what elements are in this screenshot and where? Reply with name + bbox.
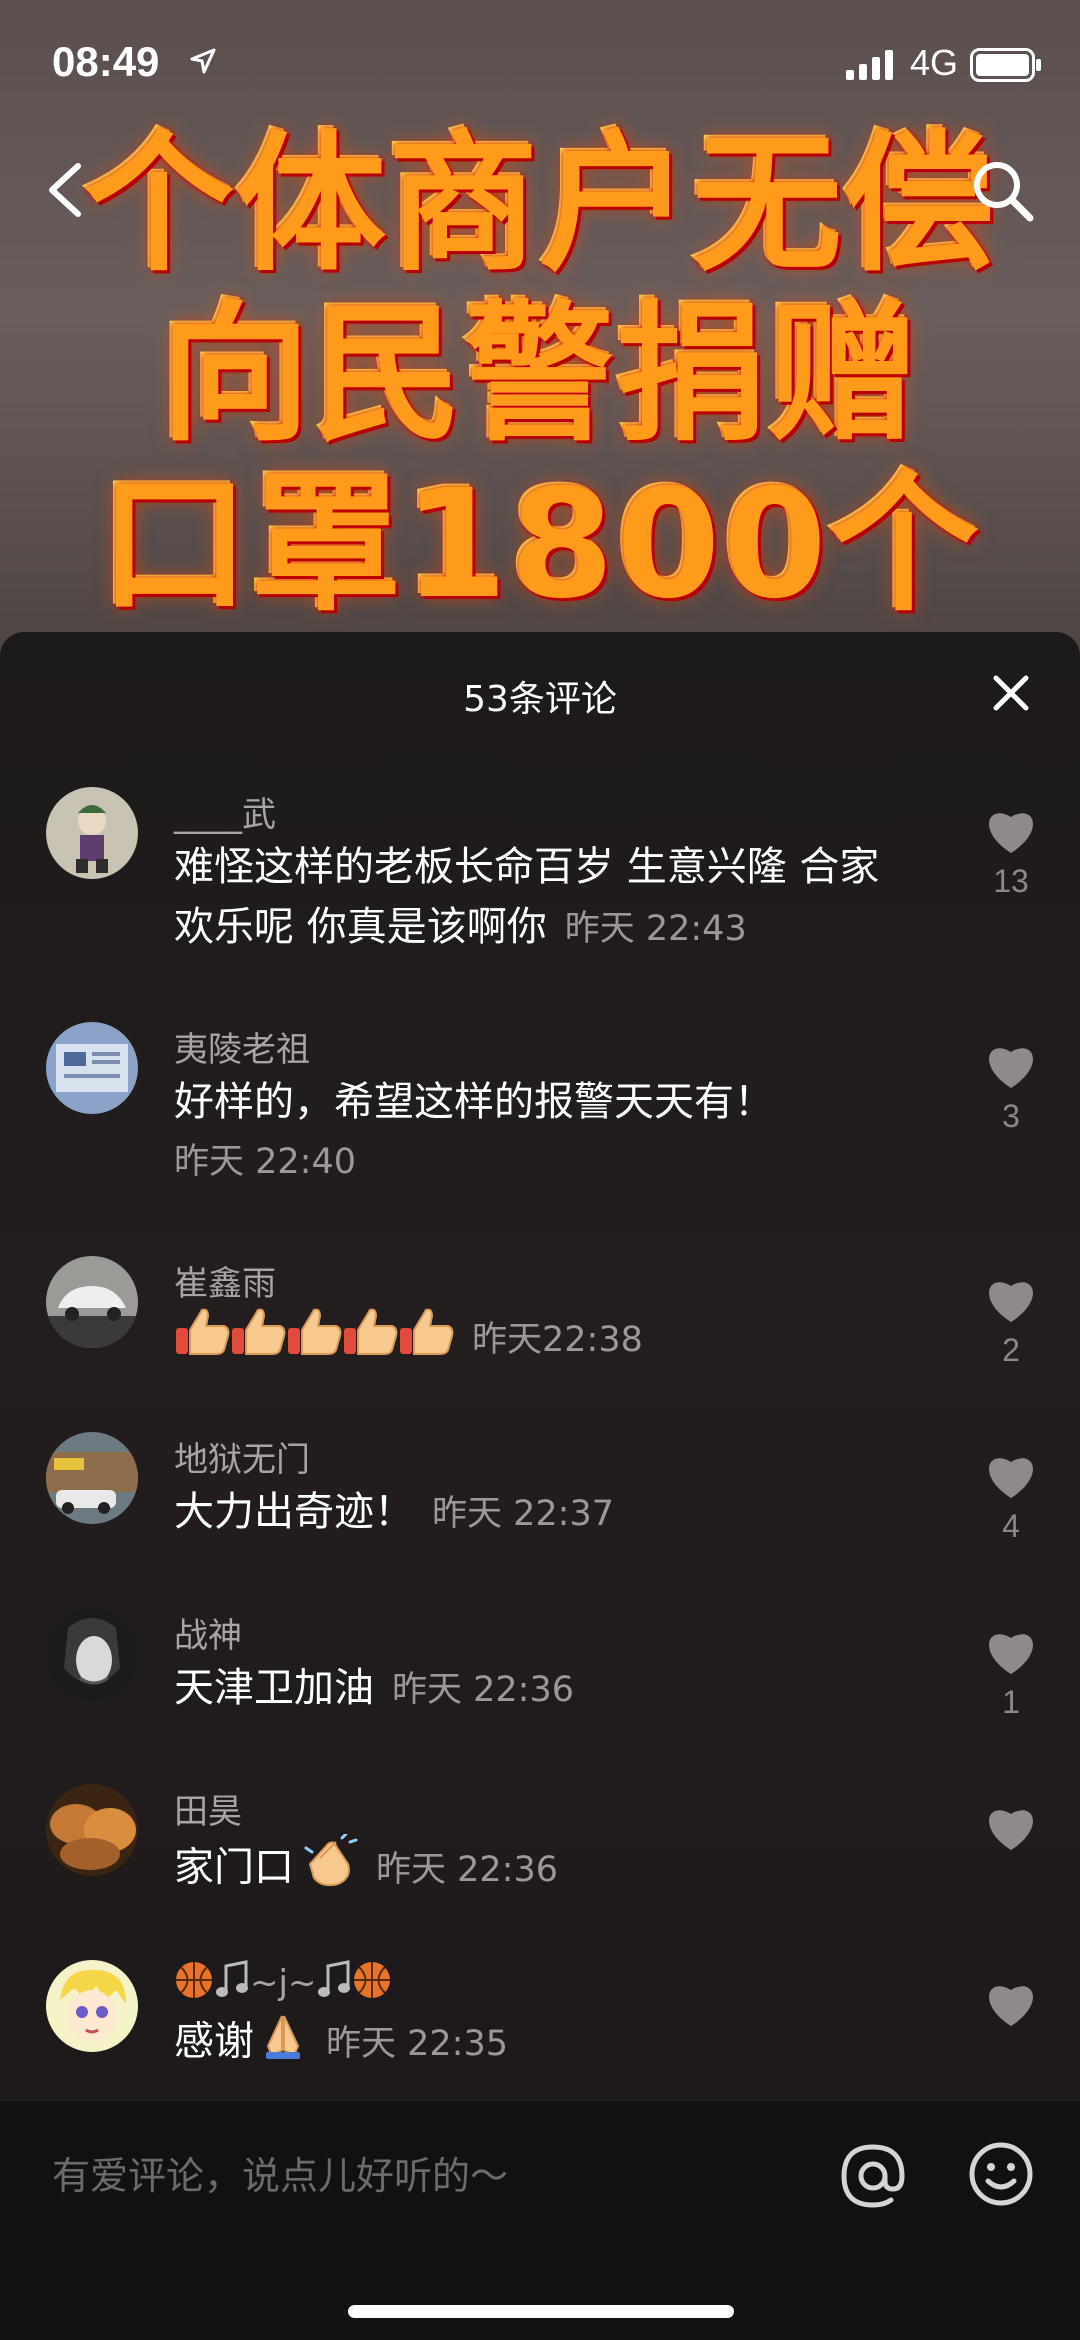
comment-item[interactable]: ____武 难怪这样的老板长命百岁 生意兴隆 合家欢乐呢 你真是该啊你 昨天 22… bbox=[0, 787, 1080, 957]
comment-time: 昨天 22:40 bbox=[174, 1142, 356, 1182]
comment-input[interactable]: 有爱评论，说点儿好听的～ bbox=[52, 2145, 508, 2200]
avatar[interactable] bbox=[46, 1784, 138, 1876]
comment-body: 好样的，希望这样的报警天天有！ 昨天 22:40 bbox=[174, 1072, 914, 1192]
like-button[interactable]: 4 bbox=[980, 1452, 1042, 1545]
like-count: 3 bbox=[1002, 1098, 1020, 1134]
music-note-icon bbox=[316, 1960, 352, 2009]
video-caption: 个体商户无偿 向民警捐赠 口罩1800个 bbox=[0, 120, 1080, 630]
avatar[interactable] bbox=[46, 1432, 138, 1524]
signal-icon bbox=[846, 50, 893, 80]
comment-text: 感谢 bbox=[174, 2018, 254, 2065]
comment-body: 感谢 昨天 22:35 bbox=[174, 2010, 914, 2077]
comment-item[interactable]: 战神 天津卫加油 昨天 22:36 1 bbox=[0, 1608, 1080, 1778]
like-count: 13 bbox=[993, 863, 1029, 899]
basketball-icon bbox=[352, 1960, 392, 2009]
thumbs-up-emoji-icon bbox=[398, 1306, 454, 1373]
comment-time: 昨天 22:36 bbox=[392, 1670, 574, 1710]
network-label: 4G bbox=[910, 42, 959, 83]
location-arrow-icon bbox=[190, 48, 216, 74]
status-time: 08:49 bbox=[52, 38, 160, 85]
avatar[interactable] bbox=[46, 1022, 138, 1114]
like-button[interactable]: 13 bbox=[980, 807, 1042, 900]
avatar[interactable] bbox=[46, 1256, 138, 1348]
comment-item[interactable]: 地狱无门 大力出奇迹！ 昨天 22:37 4 bbox=[0, 1432, 1080, 1602]
comment-text: 天津卫加油 bbox=[174, 1665, 374, 1711]
comment-time: 昨天 22:37 bbox=[432, 1494, 614, 1534]
at-mention-icon[interactable] bbox=[838, 2141, 908, 2211]
comment-username[interactable]: 夷陵老祖 bbox=[174, 1022, 310, 1071]
comment-username[interactable]: 地狱无门 bbox=[174, 1432, 310, 1481]
heart-icon bbox=[989, 1810, 1033, 1850]
comment-username-text: ~j~ bbox=[250, 1963, 317, 2003]
heart-icon bbox=[989, 1458, 1033, 1498]
home-indicator[interactable] bbox=[348, 2305, 734, 2318]
like-button[interactable] bbox=[980, 1980, 1042, 2036]
comment-time: 昨天 22:35 bbox=[326, 2023, 508, 2064]
like-button[interactable]: 2 bbox=[980, 1276, 1042, 1369]
comment-text: 大力出奇迹！ bbox=[174, 1489, 414, 1535]
comment-text: 好样的，希望这样的报警天天有！ bbox=[174, 1079, 774, 1125]
heart-icon bbox=[989, 1986, 1033, 2026]
heart-icon bbox=[989, 813, 1033, 853]
comment-username[interactable]: 田昊 bbox=[174, 1784, 242, 1833]
basketball-icon bbox=[174, 1960, 214, 2009]
thumbs-up-emoji-icon bbox=[174, 1306, 230, 1373]
heart-icon bbox=[989, 1282, 1033, 1322]
like-button[interactable] bbox=[980, 1804, 1042, 1860]
heart-icon bbox=[989, 1048, 1033, 1088]
comment-text: 家门口 bbox=[174, 1844, 294, 1891]
avatar[interactable] bbox=[46, 787, 138, 879]
like-count: 2 bbox=[1002, 1332, 1020, 1368]
like-button[interactable]: 1 bbox=[980, 1628, 1042, 1721]
comment-username[interactable]: ~j~ bbox=[174, 1960, 392, 2009]
comment-body: 家门口 昨天 22:36 bbox=[174, 1832, 914, 1905]
status-bar: 08:49 4G bbox=[0, 0, 1080, 130]
avatar[interactable] bbox=[46, 1960, 138, 2052]
comment-body: 大力出奇迹！ 昨天 22:37 bbox=[174, 1482, 914, 1544]
video-caption-line-1: 个体商户无偿 bbox=[83, 118, 996, 292]
comment-input-bar[interactable]: 有爱评论，说点儿好听的～ bbox=[0, 2100, 1080, 2340]
back-chevron-icon[interactable] bbox=[42, 160, 86, 220]
comment-panel: 53条评论 ____武 难怪这样的老板长命百岁 生意兴隆 合家欢乐呢 你真是该啊… bbox=[0, 632, 1080, 2339]
thumbs-up-emoji-icon bbox=[230, 1306, 286, 1373]
comment-username[interactable]: ____武 bbox=[174, 787, 276, 836]
comment-count-title: 53条评论 bbox=[463, 679, 617, 720]
music-note-icon bbox=[214, 1960, 250, 2009]
thumbs-up-emoji-icon bbox=[342, 1306, 398, 1373]
comment-username[interactable]: 崔鑫雨 bbox=[174, 1256, 276, 1305]
emoji-smile-icon[interactable] bbox=[968, 2141, 1034, 2207]
thumbs-up-emoji-icon bbox=[286, 1306, 342, 1373]
video-caption-line-2: 向民警捐赠 bbox=[159, 288, 920, 462]
heart-icon bbox=[989, 1634, 1033, 1674]
like-count: 4 bbox=[1002, 1508, 1020, 1544]
folded-hands-emoji-icon bbox=[258, 2010, 308, 2077]
comment-item[interactable]: 夷陵老祖 好样的，希望这样的报警天天有！ 昨天 22:40 3 bbox=[0, 1022, 1080, 1192]
avatar[interactable] bbox=[46, 1608, 138, 1700]
comment-body: 昨天22:38 bbox=[174, 1306, 914, 1373]
clapping-hands-emoji-icon bbox=[302, 1832, 358, 1905]
video-caption-line-3: 口罩1800个 bbox=[99, 458, 981, 632]
close-icon[interactable] bbox=[990, 672, 1032, 714]
comment-time: 昨天 22:36 bbox=[376, 1849, 558, 1890]
comment-username[interactable]: 战神 bbox=[174, 1608, 242, 1657]
comment-body: 难怪这样的老板长命百岁 生意兴隆 合家欢乐呢 你真是该啊你 昨天 22:43 bbox=[174, 837, 914, 959]
search-icon[interactable] bbox=[970, 158, 1036, 224]
comment-panel-header: 53条评论 bbox=[0, 632, 1080, 752]
comment-item[interactable]: 崔鑫雨 昨天22:38 2 bbox=[0, 1256, 1080, 1426]
comment-body: 天津卫加油 昨天 22:36 bbox=[174, 1658, 914, 1720]
comment-item[interactable]: 田昊 家门口 昨天 22:36 bbox=[0, 1784, 1080, 1954]
comment-text: 难怪这样的老板长命百岁 生意兴隆 合家欢乐呢 你真是该啊你 bbox=[174, 844, 880, 950]
battery-icon bbox=[970, 48, 1041, 82]
comment-time: 昨天 22:43 bbox=[564, 909, 747, 949]
like-count: 1 bbox=[1002, 1684, 1020, 1720]
like-button[interactable]: 3 bbox=[980, 1042, 1042, 1135]
comment-time: 昨天22:38 bbox=[472, 1319, 643, 1360]
